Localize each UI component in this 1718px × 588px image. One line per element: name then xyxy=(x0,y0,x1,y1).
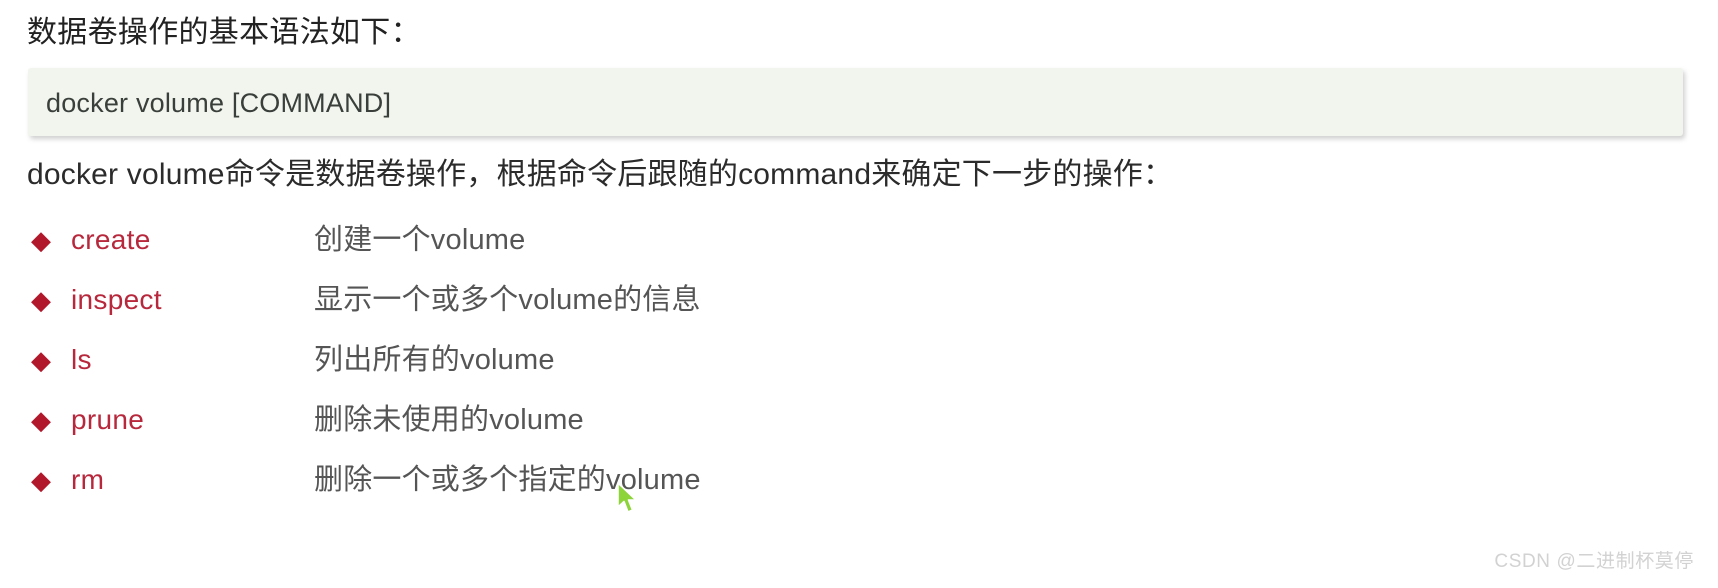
command-name: rm xyxy=(71,464,105,495)
code-block: docker volume [COMMAND] xyxy=(28,68,1683,136)
document-page: 数据卷操作的基本语法如下： docker volume [COMMAND] do… xyxy=(0,0,1718,588)
diamond-bullet-icon: ◆ xyxy=(31,405,51,435)
diamond-bullet-icon: ◆ xyxy=(31,285,51,315)
command-description: 删除一个或多个指定的volume xyxy=(314,464,701,496)
diamond-bullet-icon: ◆ xyxy=(31,345,51,375)
code-block-text: docker volume [COMMAND] xyxy=(46,88,392,118)
diamond-bullet-icon: ◆ xyxy=(31,465,51,495)
list-item: ◆ ls 列出所有的volume xyxy=(27,330,1227,390)
page-heading: 数据卷操作的基本语法如下： xyxy=(27,16,421,49)
command-description: 显示一个或多个volume的信息 xyxy=(314,284,701,316)
list-item: ◆ create 创建一个volume xyxy=(27,210,1227,270)
command-description: 列出所有的volume xyxy=(314,344,555,376)
list-item: ◆ prune 删除未使用的volume xyxy=(27,390,1227,450)
command-name: create xyxy=(71,224,151,255)
csdn-watermark: CSDN @二进制杯莫停 xyxy=(1494,551,1694,572)
list-item: ◆ rm 删除一个或多个指定的volume xyxy=(27,450,1227,510)
command-name: inspect xyxy=(71,284,162,315)
command-name: prune xyxy=(71,404,145,435)
command-name: ls xyxy=(71,344,92,375)
command-description: 创建一个volume xyxy=(314,224,526,256)
body-paragraph: docker volume命令是数据卷操作，根据命令后跟随的command来确定… xyxy=(27,158,1174,191)
list-item: ◆ inspect 显示一个或多个volume的信息 xyxy=(27,270,1227,330)
diamond-bullet-icon: ◆ xyxy=(31,225,51,255)
command-list: ◆ create 创建一个volume ◆ inspect 显示一个或多个vol… xyxy=(27,210,1227,510)
command-description: 删除未使用的volume xyxy=(314,404,584,436)
